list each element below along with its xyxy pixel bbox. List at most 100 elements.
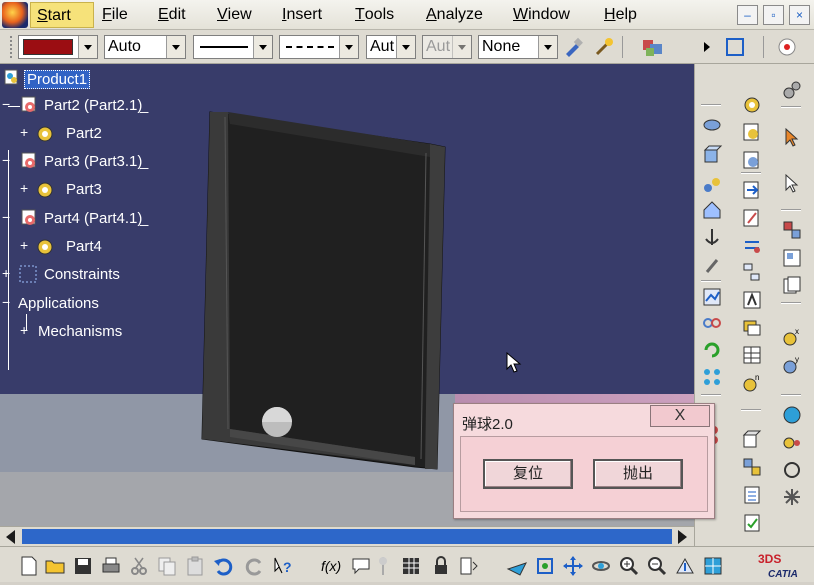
explode-icon[interactable] (741, 456, 763, 478)
gear-n-icon[interactable]: n (741, 372, 763, 394)
layer-select[interactable]: None (478, 35, 558, 59)
chain-icon[interactable] (701, 312, 723, 334)
text-annotation-icon[interactable] (741, 289, 763, 311)
zoom-out-icon[interactable] (646, 555, 668, 577)
chevron-down-icon[interactable] (538, 36, 557, 58)
bearing-icon[interactable] (701, 114, 723, 136)
dialog-close-button[interactable]: X (650, 405, 710, 427)
line-style-select[interactable] (193, 35, 273, 59)
close-button[interactable]: × (789, 5, 810, 25)
magic-wand-icon[interactable] (593, 36, 615, 58)
comment-bubble-icon[interactable] (350, 555, 372, 577)
material-library-icon[interactable] (640, 36, 668, 58)
simulation-icon[interactable] (781, 404, 803, 426)
tree-label-part2[interactable]: Part2 (66, 125, 102, 142)
tree-node-part3-instance[interactable]: − Part3 (Part3.1) _ (0, 151, 170, 173)
fit-all-icon[interactable] (534, 555, 556, 577)
collapse-icon[interactable]: − (2, 209, 10, 225)
horizontal-scrollbar[interactable] (0, 526, 694, 546)
existing-part-icon[interactable] (741, 149, 763, 171)
save-icon[interactable] (72, 555, 94, 577)
tree-node-root[interactable]: Product1 (2, 68, 122, 90)
formula-icon[interactable]: f(x) (320, 555, 344, 577)
gear-x-icon[interactable]: x (781, 326, 803, 348)
linetype-select[interactable]: Aut (366, 35, 416, 59)
rectangle-select-icon[interactable] (724, 36, 746, 58)
chevron-down-icon[interactable] (78, 36, 97, 58)
tree-node-part2-instance[interactable]: − Part2 (Part2.1) _ (0, 95, 170, 117)
expand-icon[interactable]: + (2, 265, 10, 281)
cube-icon[interactable] (701, 144, 723, 166)
catalog-browser-icon[interactable] (781, 247, 803, 269)
chevron-down-icon[interactable] (166, 36, 185, 58)
stack-icon[interactable] (741, 317, 763, 339)
sensor-icon[interactable] (781, 432, 803, 454)
document-check-icon[interactable] (741, 512, 763, 534)
gear-ring-icon[interactable] (781, 459, 803, 481)
tree-node-constraints[interactable]: + Constraints (0, 264, 140, 286)
tree-node-applications[interactable]: − Applications (0, 293, 140, 315)
painter-brush-icon[interactable] (563, 36, 585, 58)
select-arrow-icon[interactable] (781, 126, 803, 148)
edit-component-icon[interactable] (741, 207, 763, 229)
menu-analyze[interactable]: Analyze (426, 5, 483, 25)
graph-tree-icon[interactable] (741, 261, 763, 283)
quick-view-icon[interactable] (702, 555, 724, 577)
replace-icon[interactable] (741, 234, 763, 256)
assembly-cube-icon[interactable] (741, 429, 763, 451)
collapse-icon[interactable]: − (2, 152, 10, 168)
line-pattern-select[interactable] (279, 35, 359, 59)
fly-mode-icon[interactable] (506, 555, 528, 577)
tree-label-applications[interactable]: Applications (18, 295, 99, 312)
throw-button[interactable]: 抛出 (593, 459, 683, 489)
tree-label-constraints[interactable]: Constraints (44, 266, 120, 283)
pin-icon[interactable] (376, 555, 390, 577)
tree-node-part2[interactable]: + Part2 (18, 123, 118, 145)
print-icon[interactable] (100, 555, 122, 577)
tree-node-part3[interactable]: + Part3 (18, 179, 118, 201)
tree-label-part4-instance[interactable]: Part4 (Part4.1) (44, 210, 142, 227)
reset-button[interactable]: 复位 (483, 459, 573, 489)
menu-window[interactable]: Window (513, 5, 570, 25)
stack-doc-icon[interactable] (781, 274, 803, 296)
expand-icon[interactable]: + (20, 322, 28, 338)
catalog-icon[interactable] (781, 219, 803, 241)
spreadsheet-icon[interactable] (400, 555, 422, 577)
catia-app-icon[interactable] (2, 2, 28, 28)
tree-label-part3-instance[interactable]: Part3 (Part3.1) (44, 153, 142, 170)
scroll-right-arrow-icon[interactable] (678, 530, 687, 544)
normal-view-icon[interactable] (674, 555, 696, 577)
table-icon[interactable] (741, 344, 763, 366)
copy-icon[interactable] (156, 555, 178, 577)
toolbar-grip[interactable] (10, 36, 14, 58)
lock-icon[interactable] (430, 555, 452, 577)
pan-icon[interactable] (562, 555, 584, 577)
undo-icon[interactable] (212, 555, 234, 577)
gear-y-icon[interactable]: y (781, 354, 803, 376)
target-point-icon[interactable] (776, 36, 798, 58)
tree-label-part4[interactable]: Part4 (66, 238, 102, 255)
tree-label-part2-instance[interactable]: Part2 (Part2.1) (44, 97, 142, 114)
tree-node-part4[interactable]: + Part4 (18, 236, 118, 258)
scrollbar-thumb[interactable] (22, 529, 672, 544)
rotate-icon[interactable] (590, 555, 612, 577)
document-list-icon[interactable] (741, 484, 763, 506)
menu-tools[interactable]: Tools (355, 5, 394, 25)
expand-icon[interactable]: + (20, 180, 28, 196)
new-part-icon[interactable] (741, 121, 763, 143)
gear-icon[interactable] (741, 94, 763, 116)
open-folder-icon[interactable] (44, 555, 66, 577)
anchor-icon[interactable] (701, 226, 723, 248)
house-icon[interactable] (701, 199, 723, 221)
collapse-icon[interactable]: − (2, 294, 10, 310)
tree-label-mechanisms[interactable]: Mechanisms (38, 323, 122, 340)
menu-start[interactable]: Start (30, 2, 94, 28)
redo-icon[interactable] (244, 555, 266, 577)
menu-help[interactable]: Help (604, 5, 637, 25)
chevron-down-icon[interactable] (396, 36, 415, 58)
insert-arrow-icon[interactable] (741, 179, 763, 201)
paste-icon[interactable] (184, 555, 206, 577)
tree-label-part3[interactable]: Part3 (66, 181, 102, 198)
grid-dots-icon[interactable] (701, 366, 723, 388)
collapse-icon[interactable]: − (2, 96, 10, 112)
